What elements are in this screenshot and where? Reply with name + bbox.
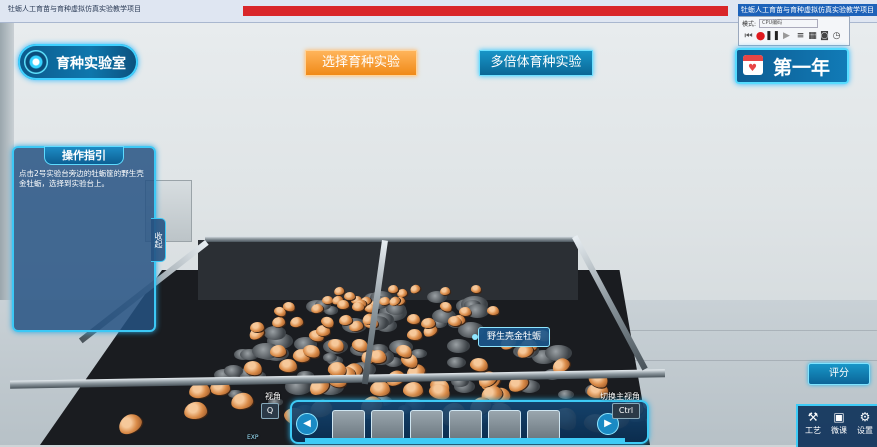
window-title: 牡蛎人工育苗与育种虚拟仿真实验教学项目 — [8, 5, 141, 13]
window-title-right: 牡蛎人工育苗与育种虚拟仿真实验教学项目 — [738, 4, 877, 16]
year-label: 第一年 — [773, 57, 831, 79]
prev-icon[interactable]: ⏮ — [743, 30, 754, 41]
view-label: 视角 — [265, 392, 281, 401]
inventory-slot[interactable] — [371, 410, 404, 440]
golden-oyster[interactable] — [439, 286, 451, 296]
recorder-panel: 模式: CPU编码 ⏮ ● ❚❚ ▶ ≡ ▦ ◙ ◷ — [738, 16, 850, 46]
golden-oyster[interactable] — [351, 301, 364, 311]
score-button[interactable]: 评分 — [808, 363, 870, 385]
clock-icon[interactable]: ◷ — [831, 30, 842, 41]
operation-guide-panel: 操作指引 点击2号实验台旁边的牡蛎筐的野生壳金牡蛎，选择到实验台上。 — [12, 146, 156, 332]
play-icon[interactable]: ▶ — [781, 30, 792, 41]
oyster-shell — [323, 353, 338, 362]
golden-oyster[interactable] — [336, 300, 349, 310]
inventory-slot[interactable] — [332, 410, 365, 440]
guide-collapse-button[interactable]: 收起 — [151, 218, 166, 262]
microlesson-icon: ▣ — [833, 410, 845, 424]
exp-label: EXP — [247, 434, 259, 441]
guide-title: 操作指引 — [44, 146, 124, 165]
species-label-wild-golden-oyster[interactable]: 野生壳金牡蛎 — [478, 327, 550, 347]
lab-badge: 育种实验室 — [18, 44, 138, 80]
guide-text: 点击2号实验台旁边的牡蛎筐的野生壳金牡蛎，选择到实验台上。 — [19, 169, 144, 188]
craft-icon: ⚒ — [807, 410, 819, 424]
select-experiment-button[interactable]: 选择育种实验 — [305, 50, 417, 76]
golden-oyster[interactable] — [115, 410, 146, 438]
item-toolbar: ◀ ▶ 视角 Q 切换主视角 Ctrl EXP — [247, 392, 670, 445]
inventory-slot[interactable] — [527, 410, 560, 440]
craft-button[interactable]: ⚒ 工艺 — [800, 409, 826, 445]
golden-oyster[interactable] — [278, 358, 298, 374]
craft-label: 工艺 — [805, 426, 821, 435]
multiploid-experiment-button[interactable]: 多倍体育种实验 — [479, 50, 593, 76]
golden-oyster[interactable] — [402, 381, 424, 398]
switch-view-key[interactable]: Ctrl — [612, 403, 640, 419]
year-badge: ♥ 第一年 — [735, 48, 849, 84]
oyster-shell — [446, 339, 470, 354]
settings-icon: ⚙ — [859, 410, 871, 424]
golden-oyster[interactable] — [387, 284, 399, 293]
golden-oyster[interactable] — [409, 283, 422, 295]
basket-rail-top — [205, 236, 575, 242]
lab-ring-icon — [24, 50, 48, 74]
recording-strip — [243, 6, 728, 16]
golden-oyster[interactable] — [183, 400, 208, 421]
inventory-slot[interactable] — [449, 410, 482, 440]
microlesson-button[interactable]: ▣ 微课 — [826, 409, 852, 445]
golden-oyster[interactable] — [406, 313, 421, 326]
menu-icon[interactable]: ≡ — [795, 30, 806, 41]
inventory-slot[interactable] — [488, 410, 521, 440]
golden-oyster[interactable] — [289, 315, 305, 329]
lab-title: 育种实验室 — [56, 56, 126, 72]
settings-button[interactable]: ⚙ 设置 — [852, 409, 877, 445]
pause-icon[interactable]: ❚❚ — [765, 30, 780, 41]
golden-oyster[interactable] — [470, 284, 482, 294]
toolbar-glow-bar — [305, 438, 625, 442]
oyster-shell — [223, 364, 244, 377]
toolbar-prev-icon[interactable]: ◀ — [296, 413, 318, 435]
recorder-mode-label: 模式: — [742, 21, 757, 28]
tools-panel: ⚒ 工艺 ▣ 微课 ⚙ 设置 — [796, 404, 877, 447]
screen-icon[interactable]: ▦ — [807, 30, 818, 41]
switch-view-label: 切换主视角 — [600, 392, 640, 401]
view-key[interactable]: Q — [261, 403, 279, 419]
camera-icon[interactable]: ◙ — [819, 30, 830, 41]
golden-oyster[interactable] — [270, 315, 286, 328]
recorder-mode-select[interactable]: CPU编码 — [759, 19, 818, 28]
microlesson-label: 微课 — [831, 426, 847, 435]
calendar-icon: ♥ — [743, 55, 763, 75]
settings-label: 设置 — [857, 426, 873, 435]
golden-oyster[interactable] — [406, 328, 422, 341]
inventory-slot[interactable] — [410, 410, 443, 440]
oyster-shell — [446, 356, 467, 369]
golden-oyster[interactable] — [486, 304, 500, 316]
